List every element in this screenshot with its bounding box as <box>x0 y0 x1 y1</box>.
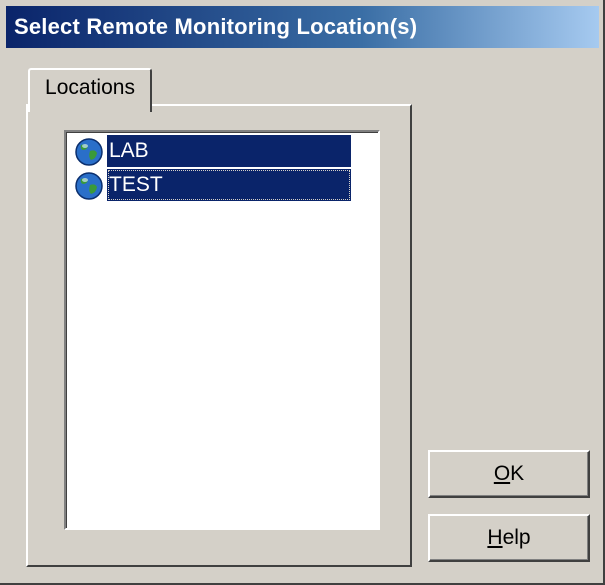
dialog-window: Select Remote Monitoring Location(s) Loc… <box>0 0 605 585</box>
globe-icon <box>75 138 103 166</box>
list-item-test[interactable]: TEST <box>71 169 351 201</box>
listbox-frame: LAB TEST <box>66 132 378 528</box>
tab-locations[interactable]: Locations <box>28 68 152 112</box>
list-item-lab[interactable]: LAB <box>71 135 351 167</box>
help-button[interactable]: Help <box>428 514 590 562</box>
list-item-label: TEST <box>107 169 351 201</box>
locations-listbox[interactable]: LAB TEST <box>64 130 380 530</box>
list-item-label: LAB <box>107 135 351 167</box>
ok-button[interactable]: OK <box>428 450 590 498</box>
globe-icon <box>75 172 103 200</box>
title-bar[interactable]: Select Remote Monitoring Location(s) <box>6 6 599 48</box>
